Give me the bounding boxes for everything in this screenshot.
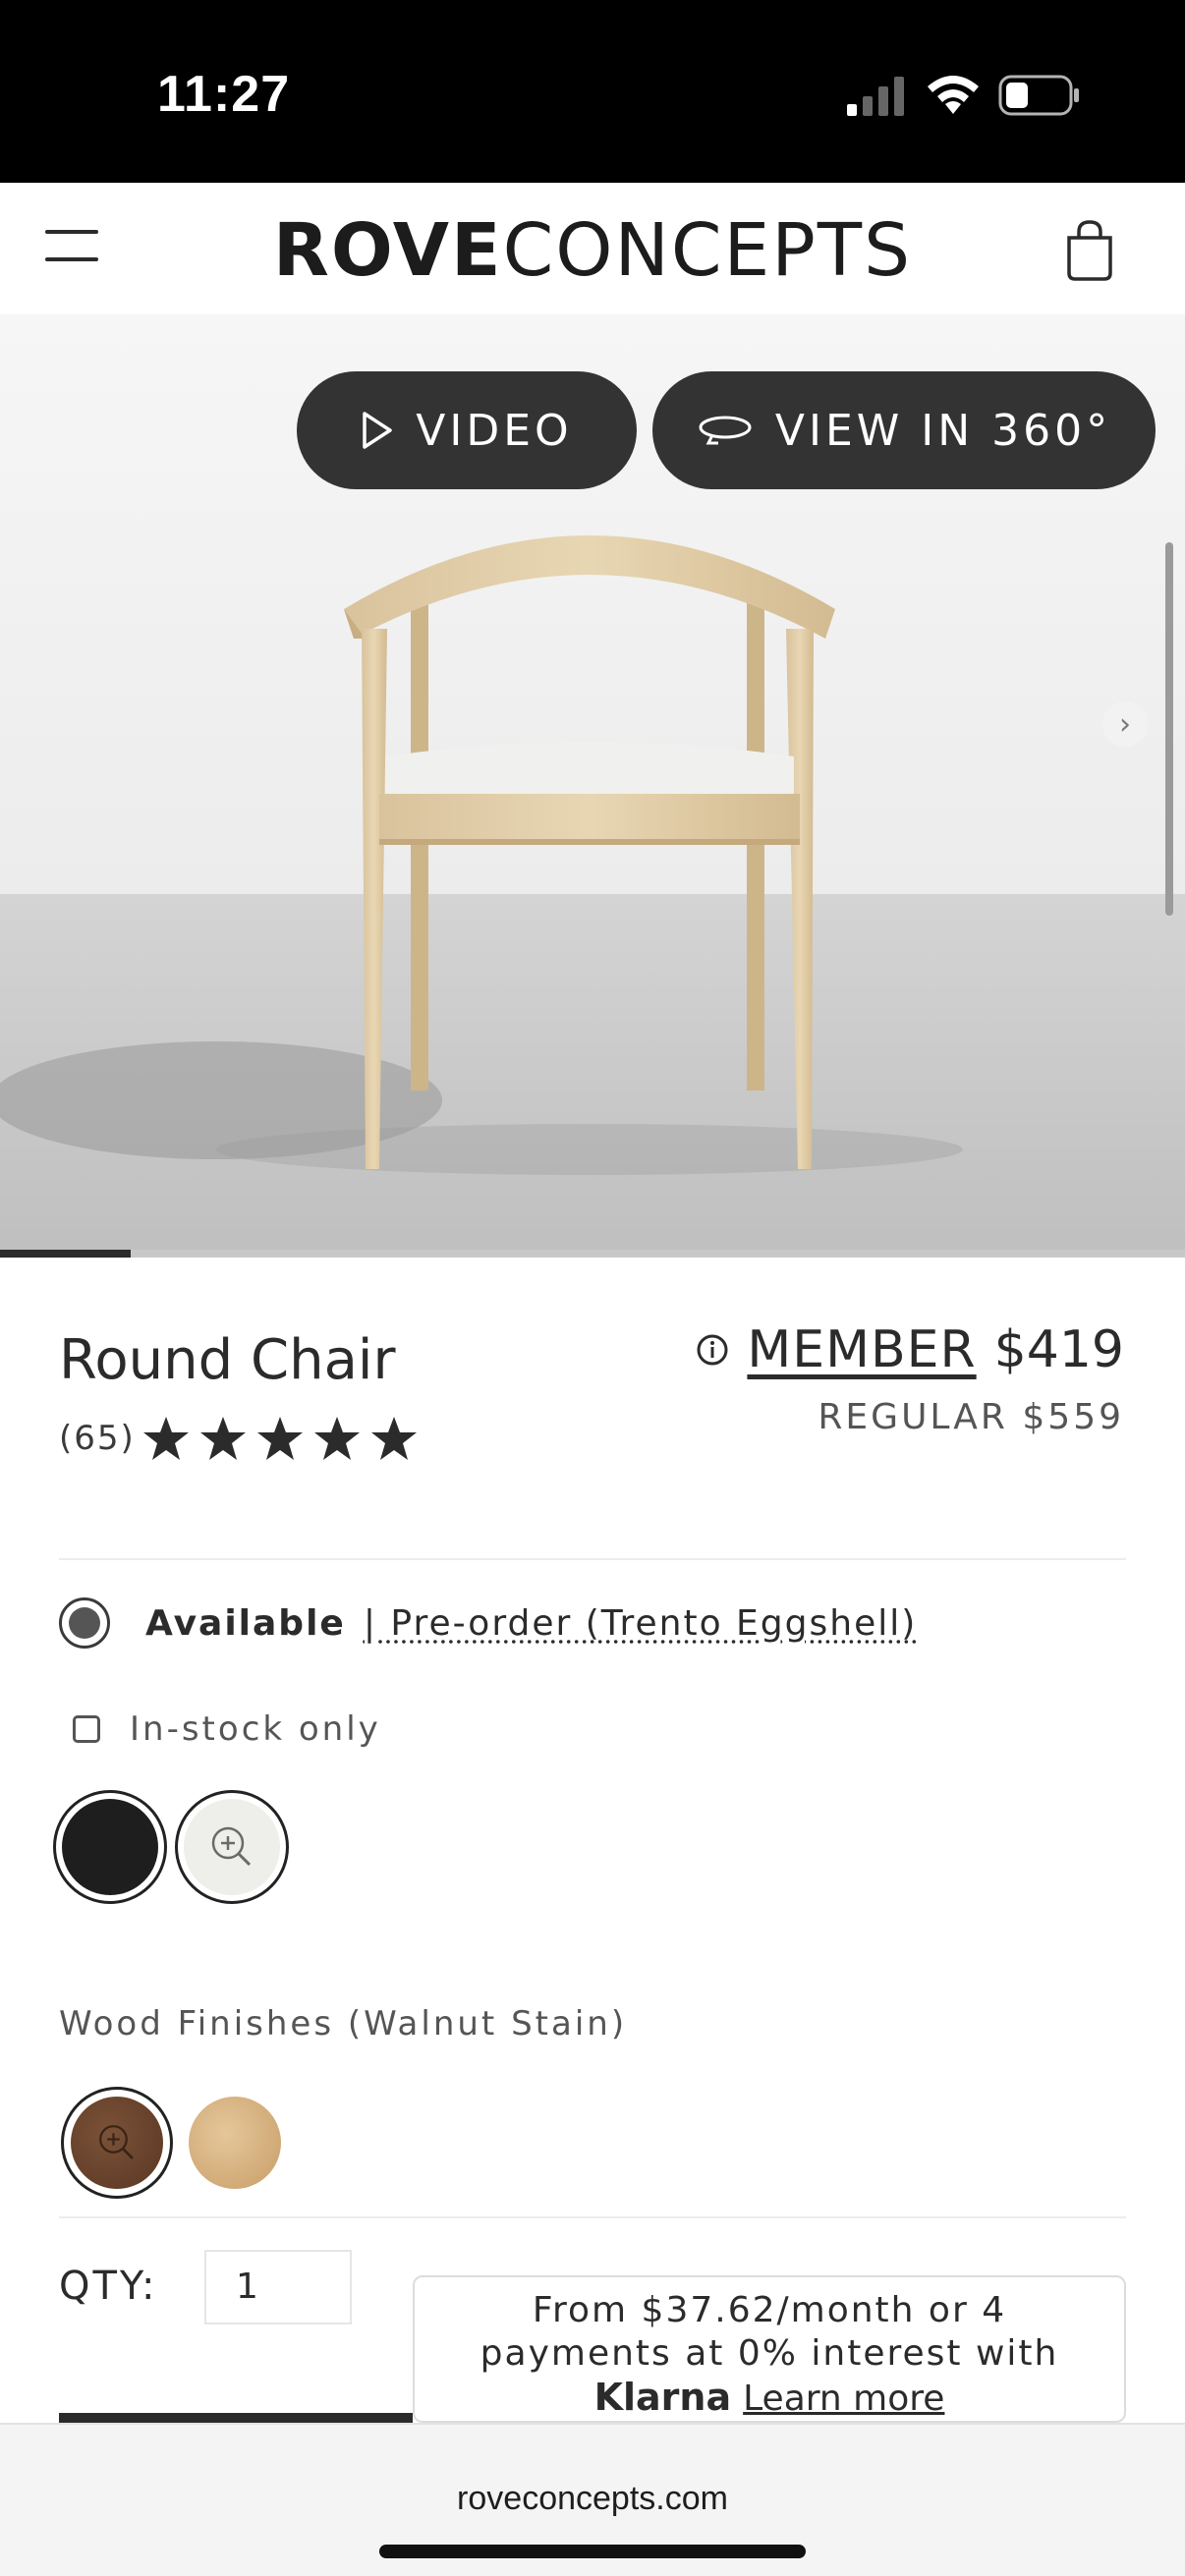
gallery-progress-track [0, 1250, 1185, 1258]
klarna-logo: Klarna [593, 2376, 732, 2419]
price-block: MEMBER $419 REGULAR $559 [696, 1320, 1124, 1437]
quantity-input[interactable]: 1 [204, 2250, 352, 2324]
instock-filter[interactable]: In-stock only [73, 1709, 381, 1749]
wifi-icon [928, 76, 979, 114]
view-360-button[interactable]: VIEW IN 360° [652, 371, 1156, 489]
available-radio[interactable] [59, 1597, 110, 1649]
browser-address-bar[interactable]: roveconcepts.com [0, 2423, 1185, 2576]
url-text[interactable]: roveconcepts.com [0, 2480, 1185, 2518]
status-time: 11:27 [157, 66, 291, 123]
member-price: $419 [993, 1320, 1124, 1379]
logo-light: CONCEPTS [502, 208, 913, 293]
wood-swatch-walnut[interactable] [61, 2087, 173, 2199]
review-summary[interactable]: (65) [59, 1415, 426, 1462]
wood-finish-label: Wood Finishes (Walnut Stain) [59, 2004, 628, 2044]
star-icon [370, 1417, 417, 1460]
next-image-chevron-icon[interactable]: › [1102, 701, 1148, 747]
fabric-swatch-zoom[interactable] [175, 1790, 289, 1904]
member-link[interactable]: MEMBER [747, 1320, 976, 1379]
wood-swatch-natural[interactable] [189, 2097, 281, 2189]
video-button[interactable]: VIDEO [297, 371, 637, 489]
view-360-button-label: VIEW IN 360° [774, 405, 1112, 456]
shopping-bag-icon[interactable] [1063, 218, 1116, 283]
battery-icon [998, 75, 1079, 116]
info-icon[interactable] [696, 1333, 729, 1367]
klarna-financing-banner[interactable]: From $37.62/month or 4 payments at 0% in… [413, 2275, 1126, 2423]
product-title: Round Chair [59, 1328, 396, 1392]
gallery-progress-fill [0, 1250, 131, 1258]
site-header: ROVECONCEPTS [0, 183, 1185, 314]
video-button-label: VIDEO [416, 405, 573, 456]
regular-price: REGULAR $559 [818, 1397, 1124, 1437]
preorder-link[interactable]: | Pre-order (Trento Eggshell) [364, 1603, 917, 1644]
divider [59, 1558, 1126, 1560]
qty-label: QTY: [59, 2264, 158, 2309]
star-icon [313, 1417, 360, 1460]
zoom-in-icon [211, 1826, 252, 1867]
star-rating [141, 1415, 426, 1462]
review-count: (65) [59, 1419, 136, 1458]
instock-checkbox[interactable] [73, 1715, 100, 1743]
available-label: Available [145, 1602, 346, 1644]
status-bar: 11:27 [0, 0, 1185, 183]
logo-bold: ROVE [272, 208, 503, 293]
site-logo[interactable]: ROVECONCEPTS [0, 208, 1185, 293]
availability-option[interactable]: Available | Pre-order (Trento Eggshell) [59, 1597, 917, 1649]
klarna-learn-more-link[interactable]: Learn more [743, 2379, 944, 2419]
star-icon [256, 1417, 303, 1460]
star-icon [142, 1417, 189, 1460]
zoom-in-icon [99, 2125, 134, 2159]
product-image-gallery[interactable]: VIDEO VIEW IN 360° › [0, 314, 1185, 1258]
divider [59, 2216, 1126, 2218]
klarna-line-1: From $37.62/month or 4 [532, 2290, 1007, 2330]
page-scrollbar[interactable] [1165, 542, 1173, 916]
fabric-swatch-black[interactable] [53, 1790, 167, 1904]
instock-label: In-stock only [130, 1709, 381, 1749]
star-icon [199, 1417, 246, 1460]
play-icon [363, 412, 393, 449]
home-indicator[interactable] [379, 2545, 806, 2558]
klarna-line-2: payments at 0% interest with [480, 2333, 1059, 2374]
rotate-360-icon [699, 416, 752, 445]
cellular-signal-icon [847, 77, 904, 116]
